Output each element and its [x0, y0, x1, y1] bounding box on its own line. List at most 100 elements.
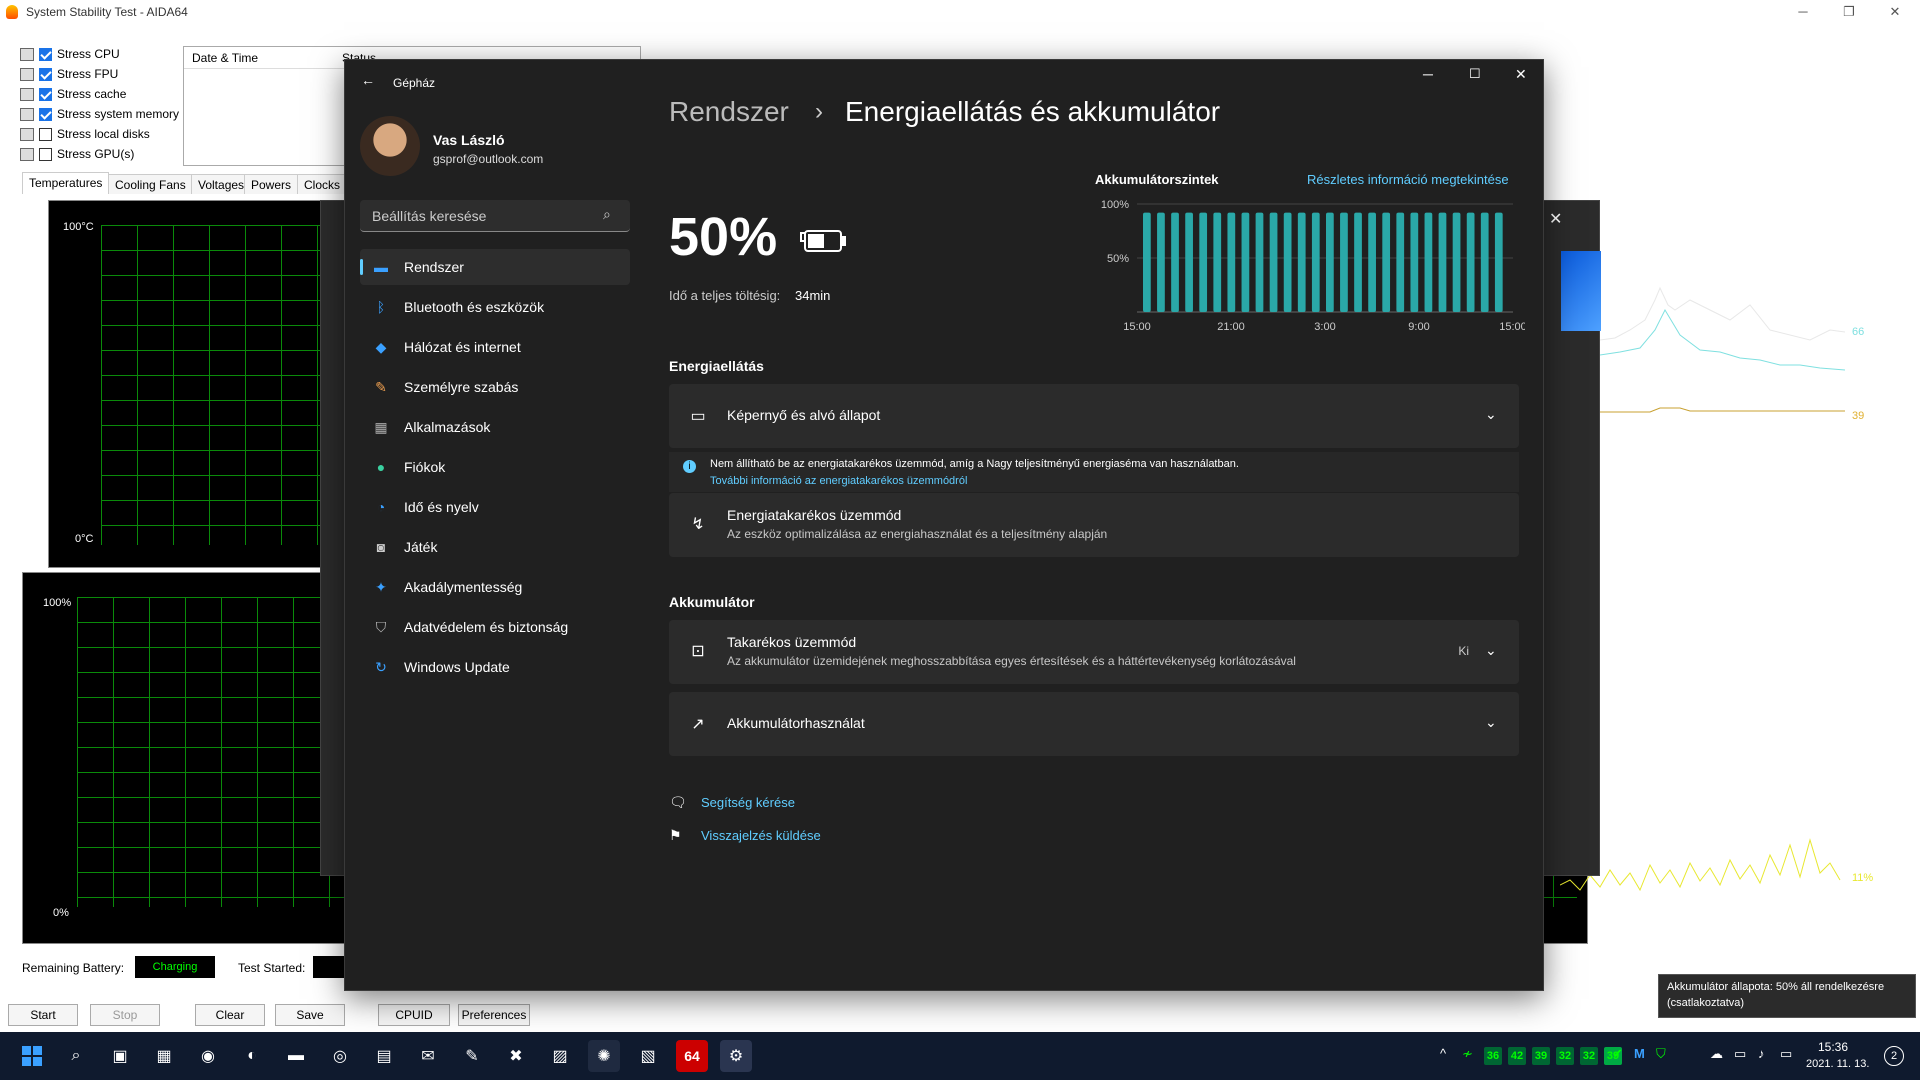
help-link[interactable]: Segítség kérése [701, 795, 795, 810]
tray-sensor-value[interactable]: 42 [1508, 1047, 1526, 1065]
battery-level-bar [1185, 212, 1193, 312]
stress-checkbox[interactable] [39, 127, 52, 141]
aida-sensor-icon[interactable]: ≁ [1462, 1046, 1473, 1062]
shield-tray-icon[interactable]: ⛉ [1656, 1046, 1666, 1062]
stress-item[interactable]: Stress local disks [20, 124, 190, 144]
chevron-down-icon[interactable]: ⌄ [1485, 642, 1497, 658]
background-close-icon[interactable]: ✕ [1549, 209, 1562, 229]
settings-minimize-button[interactable]: ─ [1423, 66, 1433, 82]
nav-item-8[interactable]: ✦ Akadálymentesség [360, 569, 630, 605]
stress-checkbox[interactable] [39, 107, 52, 121]
search-icon[interactable]: ⌕ [603, 206, 611, 223]
power-mode-card[interactable]: ↯ Energiatakarékos üzemmód Az eszköz opt… [669, 493, 1519, 557]
nav-item-6[interactable]: ◔ Idő és nyelv [360, 489, 630, 525]
stress-checkbox[interactable] [39, 147, 52, 161]
file-explorer-icon[interactable]: ▬ [280, 1040, 312, 1072]
xbox-icon[interactable]: ✖ [500, 1040, 532, 1072]
stress-item[interactable]: Stress CPU [20, 44, 190, 64]
tray-sensor-value[interactable]: 36 [1484, 1047, 1502, 1065]
store-icon[interactable]: ▤ [368, 1040, 400, 1072]
tab-cooling-fans[interactable]: Cooling Fans [108, 174, 193, 194]
teams-chat-icon[interactable]: ◉ [192, 1040, 224, 1072]
edge-icon[interactable]: ◐ [236, 1040, 268, 1072]
notification-badge[interactable]: 2 [1884, 1046, 1904, 1066]
battery-level-bar [1283, 212, 1292, 312]
breadcrumb-parent[interactable]: Rendszer [669, 96, 789, 128]
feedback-link[interactable]: Visszajelzés küldése [701, 828, 821, 843]
stop-button[interactable]: Stop [90, 1004, 160, 1026]
x-tick-label: 15:00 [1499, 321, 1525, 333]
start-button[interactable]: Start [8, 1004, 78, 1026]
search-icon[interactable]: ⌕ [60, 1040, 92, 1072]
clock-date[interactable]: 2021. 11. 13. [1806, 1058, 1869, 1070]
save-button[interactable]: Save [275, 1004, 345, 1026]
nav-item-10[interactable]: ↻ Windows Update [360, 649, 630, 685]
battery-tray-icon[interactable]: ▭ [1780, 1046, 1792, 1062]
maximize-button[interactable]: ❐ [1826, 2, 1872, 22]
settings-maximize-button[interactable]: ☐ [1469, 66, 1481, 82]
nav-item-5[interactable]: ● Fiókok [360, 449, 630, 485]
stress-checkbox[interactable] [39, 87, 52, 101]
editor-icon[interactable]: ✎ [456, 1040, 488, 1072]
settings-search-input[interactable]: Beállítás keresése ⌕ [360, 200, 630, 232]
info-link[interactable]: További információ az energiatakarékos ü… [710, 475, 967, 487]
malwarebytes-icon[interactable]: M [1634, 1046, 1645, 1061]
check-icon[interactable]: ✔ [1612, 1046, 1623, 1062]
tray-sensor-value[interactable]: 32 [1580, 1047, 1598, 1065]
volume-icon[interactable]: ♪ [1758, 1046, 1765, 1061]
x-tick-label: 21:00 [1217, 321, 1245, 333]
stress-item[interactable]: Stress FPU [20, 64, 190, 84]
windows-start-icon[interactable] [16, 1040, 48, 1072]
cpuid-button[interactable]: CPUID [378, 1004, 450, 1026]
tab-temperatures[interactable]: Temperatures [22, 172, 110, 194]
clock-time[interactable]: 15:36 [1818, 1040, 1848, 1054]
battery-usage-card[interactable]: ↗ Akkumulátorhasználat ⌄ [669, 692, 1519, 756]
tab-voltages[interactable]: Voltages [191, 174, 252, 194]
chevron-down-icon[interactable]: ⌄ [1485, 714, 1497, 730]
battery-saver-card[interactable]: ⊡ Takarékos üzemmód Az akkumulátor üzemi… [669, 620, 1519, 684]
photos-icon[interactable]: ▨ [544, 1040, 576, 1072]
chevron-up-icon[interactable]: ^ [1440, 1046, 1446, 1061]
minimize-button[interactable]: ─ [1780, 2, 1826, 22]
battery-level-bar [1452, 212, 1461, 312]
clear-button[interactable]: Clear [195, 1004, 265, 1026]
preferences-button[interactable]: Preferences [458, 1004, 530, 1026]
task-view-icon[interactable]: ▣ [104, 1040, 136, 1072]
tray-sensor-value[interactable]: 32 [1556, 1047, 1574, 1065]
nav-item-0[interactable]: ▬ Rendszer [360, 249, 630, 285]
stress-item[interactable]: Stress system memory [20, 104, 190, 124]
tab-powers[interactable]: Powers [244, 174, 299, 194]
widgets-icon[interactable]: ▦ [148, 1040, 180, 1072]
nav-item-7[interactable]: ◙ Játék [360, 529, 630, 565]
back-arrow-icon[interactable]: ← [361, 72, 375, 88]
settings-taskbar-icon[interactable]: ⚙ [720, 1040, 752, 1072]
stress-item[interactable]: Stress cache [20, 84, 190, 104]
avatar[interactable] [360, 116, 420, 176]
network-icon[interactable]: ▭ [1734, 1046, 1746, 1062]
nav-item-1[interactable]: ᛒ Bluetooth és eszközök [360, 289, 630, 325]
temp-value-1: 66 [1852, 326, 1865, 338]
chrome-icon[interactable]: ◎ [324, 1040, 356, 1072]
tray-sensor-value[interactable]: 39 [1532, 1047, 1550, 1065]
stress-checkbox[interactable] [39, 67, 52, 81]
remaining-battery-value: Charging [135, 956, 215, 978]
nav-item-2[interactable]: ◆ Hálózat és internet [360, 329, 630, 365]
messenger-icon[interactable]: ✺ [588, 1040, 620, 1072]
stress-checkbox[interactable] [39, 47, 52, 61]
y-tick-label: 100% [1101, 199, 1129, 211]
settings-close-button[interactable]: ✕ [1515, 66, 1527, 83]
aida64-taskbar-icon[interactable]: 64 [676, 1040, 708, 1072]
close-button[interactable]: ✕ [1872, 2, 1918, 22]
cloud-icon[interactable]: ☁ [1710, 1046, 1723, 1062]
mail-icon[interactable]: ✉ [412, 1040, 444, 1072]
tab-clocks[interactable]: Clocks [297, 174, 348, 194]
chevron-down-icon[interactable]: ⌄ [1485, 406, 1497, 422]
details-link[interactable]: Részletes információ megtekintése [1307, 172, 1509, 187]
nav-item-9[interactable]: ⛉ Adatvédelem és biztonság [360, 609, 630, 645]
stress-device-icon [20, 147, 34, 161]
nav-item-3[interactable]: ✎ Személyre szabás [360, 369, 630, 405]
screen-sleep-card[interactable]: ▭ Képernyő és alvó állapot ⌄ [669, 384, 1519, 448]
stress-item[interactable]: Stress GPU(s) [20, 144, 190, 164]
paint-icon[interactable]: ▧ [632, 1040, 664, 1072]
nav-item-4[interactable]: ▦ Alkalmazások [360, 409, 630, 445]
